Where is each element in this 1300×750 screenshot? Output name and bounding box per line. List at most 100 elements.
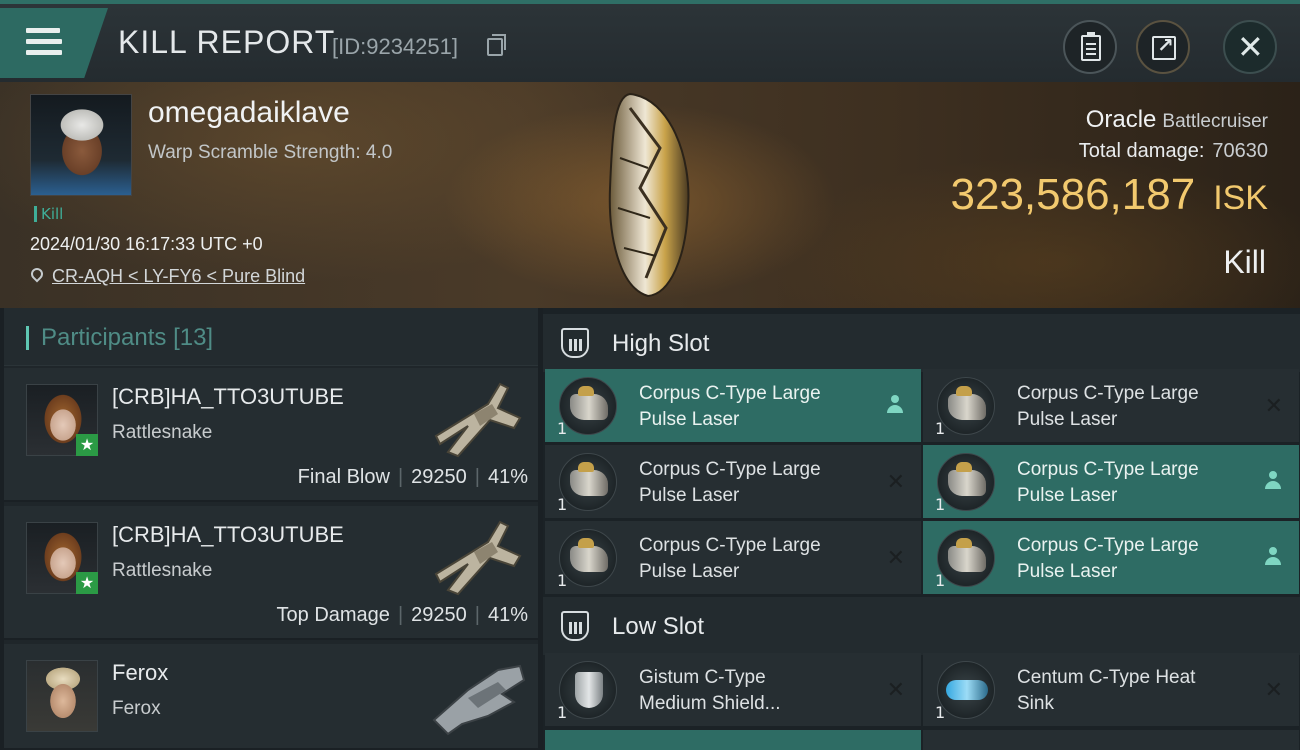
pulse-laser-icon [559, 377, 617, 435]
dropped-person-icon [1265, 547, 1281, 567]
participant-name: Ferox [112, 660, 169, 685]
isk-value: 323,586,187 [950, 170, 1196, 219]
participants-panel: Participants [13] ★ [CRB]HA_TTO3UTUBE Ra… [4, 308, 538, 750]
participant-role: Final Blow [297, 466, 390, 488]
participant-ship-image [432, 664, 526, 736]
module-name: Corpus C-Type Large Pulse Laser [1017, 383, 1199, 430]
total-damage-line: Total damage: 70630 [1079, 140, 1268, 163]
victim-portrait[interactable] [30, 94, 132, 196]
close-button[interactable]: ✕ [1223, 20, 1277, 74]
module-item[interactable] [545, 730, 921, 750]
victim-ship-class: Battlecruiser [1162, 111, 1268, 132]
victim-banner: omegadaiklave Warp Scramble Strength: 4.… [0, 82, 1300, 308]
participant-ship: Rattlesnake [112, 422, 213, 443]
module-item[interactable] [923, 730, 1299, 750]
participant-percent: 41% [487, 466, 528, 488]
fitting-panel: High Slot 1 Corpus C-Type Large Pulse Las… [543, 308, 1300, 750]
module-item[interactable]: 1 Gistum C-Type Medium Shield... ✕ [545, 653, 921, 726]
participant-damage: 29250 [411, 604, 467, 626]
module-name: Corpus C-Type Large Pulse Laser [639, 383, 821, 430]
module-name: Corpus C-Type Large Pulse Laser [639, 459, 821, 506]
share-icon [1152, 33, 1176, 60]
victim-ship-name[interactable]: Oracle [1086, 106, 1157, 133]
module-item[interactable]: 1 Corpus C-Type Large Pulse Laser ✕ [545, 445, 921, 518]
module-item[interactable]: 1 Corpus C-Type Large Pulse Laser [923, 521, 1299, 594]
low-slot-title: Low Slot [612, 613, 705, 640]
destroyed-x-icon: ✕ [886, 546, 905, 571]
module-item[interactable]: 1 Corpus C-Type Large Pulse Laser [923, 445, 1299, 518]
top-bar: KILL REPORT [ID:9234251] ✕ [0, 0, 1300, 82]
pulse-laser-icon [559, 453, 617, 511]
kill-tag: Kill [34, 206, 63, 222]
total-damage-label: Total damage: [1078, 140, 1205, 162]
module-quantity: 1 [557, 495, 568, 514]
result-label: Kill [1223, 244, 1266, 280]
dropped-person-icon [1265, 471, 1281, 491]
pulse-laser-icon [559, 529, 617, 587]
star-icon: ★ [76, 572, 98, 594]
participants-title-text: Participants [41, 324, 167, 351]
module-item[interactable]: 1 Corpus C-Type Large Pulse Laser ✕ [545, 521, 921, 594]
menu-button[interactable] [0, 8, 108, 78]
participants-header: Participants [13] [4, 308, 538, 366]
menu-icon [26, 28, 62, 56]
participant-row[interactable]: Ferox Ferox [4, 644, 538, 750]
participant-name: [CRB]HA_TTO3UTUBE [112, 522, 344, 547]
low-slot-header: Low Slot [543, 597, 1300, 655]
dropped-person-icon [887, 395, 903, 415]
participant-row[interactable]: ★ [CRB]HA_TTO3UTUBE Rattlesnake Top Dama… [4, 506, 538, 640]
module-item[interactable]: 1 Corpus C-Type Large Pulse Laser ✕ [923, 369, 1299, 442]
module-quantity: 1 [557, 571, 568, 590]
victim-ship-line: Oracle Battlecruiser [1086, 106, 1268, 134]
module-name: Corpus C-Type Large Pulse Laser [1017, 459, 1199, 506]
high-slot-title: High Slot [612, 330, 710, 357]
module-quantity: 1 [557, 703, 568, 722]
module-quantity: 1 [935, 571, 946, 590]
module-item[interactable]: 1 Centum C-Type Heat Sink ✕ [923, 653, 1299, 726]
participant-damage: 29250 [411, 466, 467, 488]
module-quantity: 1 [557, 419, 568, 438]
module-name: Corpus C-Type Large Pulse Laser [1017, 535, 1199, 582]
warp-scramble-strength: Warp Scramble Strength: 4.0 [148, 142, 393, 163]
module-quantity: 1 [935, 703, 946, 722]
pulse-laser-icon [937, 377, 995, 435]
kill-datetime: 2024/01/30 16:17:33 UTC +0 [30, 234, 263, 254]
page-title: KILL REPORT [118, 24, 336, 60]
shield-extender-icon [559, 661, 617, 719]
close-icon: ✕ [1237, 28, 1264, 66]
victim-pilot-name[interactable]: omegadaiklave [148, 96, 350, 130]
destroyed-x-icon: ✕ [886, 678, 905, 703]
isk-value-line: 323,586,187 ISK [951, 170, 1269, 220]
destroyed-x-icon: ✕ [1264, 678, 1283, 703]
location-pin-icon [28, 265, 46, 283]
kill-location-link[interactable]: CR-AQH < LY-FY6 < Pure Blind [52, 266, 305, 287]
participant-avatar[interactable] [26, 660, 98, 732]
participants-title: Participants [13] [26, 326, 213, 350]
clipboard-button[interactable] [1063, 20, 1117, 74]
share-button[interactable] [1136, 20, 1190, 74]
module-name: Gistum C-Type Medium Shield... [639, 667, 781, 714]
participant-ship: Ferox [112, 698, 161, 719]
module-name: Corpus C-Type Large Pulse Laser [639, 535, 821, 582]
participant-ship-image [434, 382, 522, 458]
heat-sink-icon [937, 661, 995, 719]
clipboard-icon [1081, 32, 1101, 61]
copy-icon[interactable] [487, 34, 506, 56]
total-damage-value: 70630 [1212, 140, 1268, 162]
report-id: [ID:9234251] [332, 34, 458, 59]
participant-stats: Top Damage | 29250 | 41% [276, 604, 528, 626]
participant-percent: 41% [487, 604, 528, 626]
low-slot-icon [561, 611, 589, 641]
pulse-laser-icon [937, 453, 995, 511]
participant-row[interactable]: ★ [CRB]HA_TTO3UTUBE Rattlesnake Final Bl… [4, 368, 538, 502]
isk-unit: ISK [1213, 179, 1268, 217]
high-slot-header: High Slot [543, 314, 1300, 372]
destroyed-x-icon: ✕ [886, 470, 905, 495]
victim-ship-image[interactable] [600, 88, 696, 300]
participants-count: [13] [173, 324, 214, 351]
module-item[interactable]: 1 Corpus C-Type Large Pulse Laser [545, 369, 921, 442]
destroyed-x-icon: ✕ [1264, 394, 1283, 419]
star-icon: ★ [76, 434, 98, 456]
module-quantity: 1 [935, 495, 946, 514]
module-name: Centum C-Type Heat Sink [1017, 667, 1196, 714]
